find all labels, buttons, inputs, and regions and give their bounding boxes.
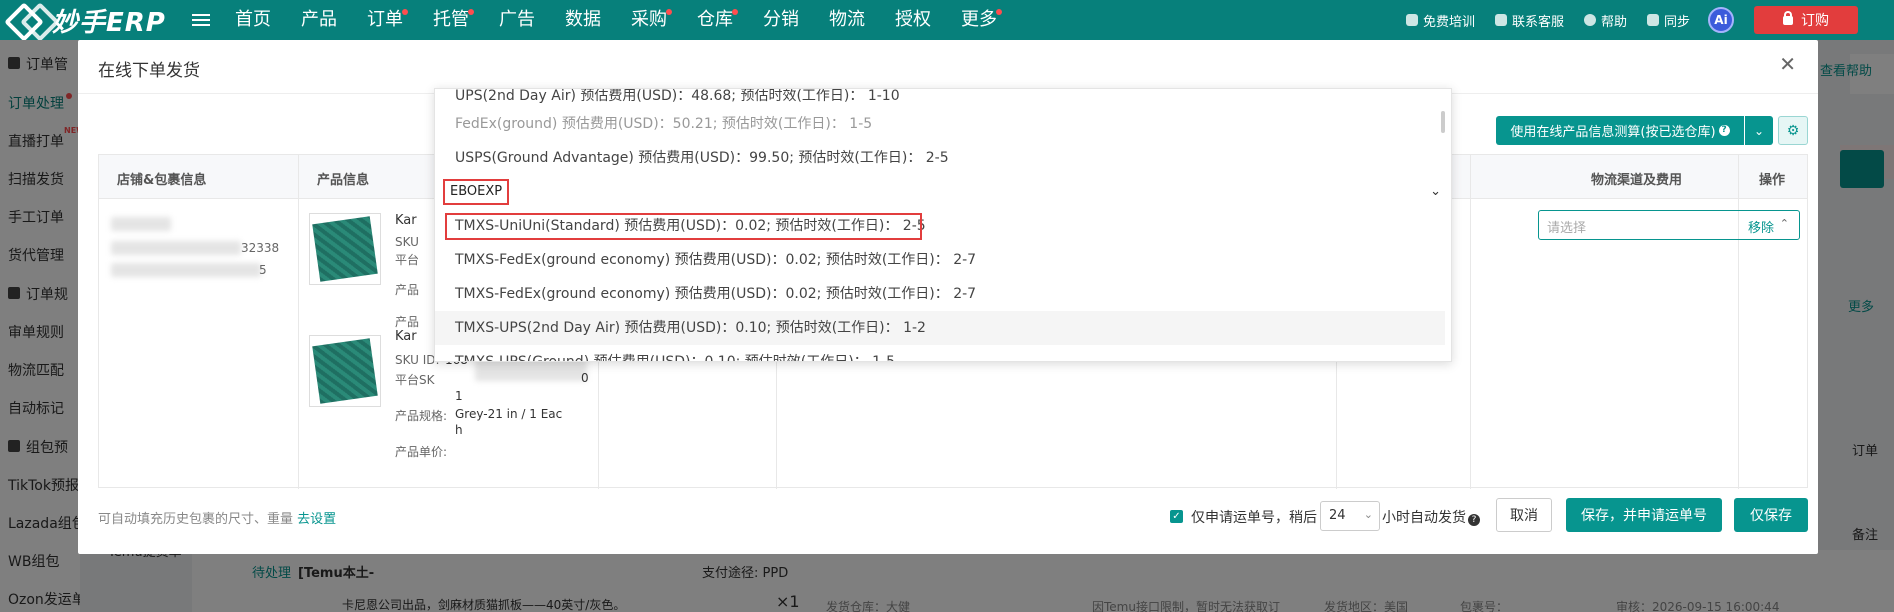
- channel-option[interactable]: TMXS-UPS(Ground) 预估费用(USD)：0.10; 预估时效(工作…: [435, 345, 1445, 361]
- nav-item[interactable]: 订单: [352, 0, 418, 40]
- channel-option[interactable]: FedEx(ground) 预估费用(USD)：50.21; 预估时效(工作日)…: [435, 107, 1445, 141]
- spec-label: 产品规格:: [395, 409, 448, 423]
- nav-item[interactable]: 产品: [286, 0, 352, 40]
- channel-option[interactable]: TMXS-UPS(2nd Day Air) 预估费用(USD)：0.10; 预估…: [435, 311, 1445, 345]
- help-icon: ?: [1468, 514, 1480, 526]
- help-icon: ?: [1718, 125, 1730, 136]
- sku-id-label: SKU ID:: [395, 353, 440, 367]
- nav-item[interactable]: 数据: [550, 0, 616, 40]
- channel-option[interactable]: TMXS-FedEx(ground economy) 预估费用(USD)：0.0…: [435, 243, 1445, 277]
- sync-icon: [1646, 14, 1659, 26]
- product-price-label: 产品: [395, 315, 420, 329]
- lock-icon: [1783, 10, 1793, 25]
- spec-value: Grey-21 in / 1 Eac: [455, 407, 563, 421]
- product-platform-sku: 平台: [395, 253, 420, 267]
- nav-item[interactable]: 广告: [484, 0, 550, 40]
- go-settings-link[interactable]: 去设置: [297, 512, 336, 527]
- highlight-box: [445, 213, 922, 240]
- spec-value-cont: h: [455, 423, 463, 437]
- nav-item[interactable]: 仓库: [682, 0, 748, 40]
- estimate-dropdown-button[interactable]: ⌄: [1745, 116, 1773, 145]
- col-product-info: 产品信息: [317, 173, 370, 188]
- product-image: [309, 335, 381, 407]
- logo-icon: [6, 5, 46, 35]
- estimate-button[interactable]: 使用在线产品信息测算(按已选仓库)?: [1496, 116, 1744, 145]
- col-logistics: 物流渠道及费用: [1591, 173, 1683, 188]
- nav-item[interactable]: 授权: [880, 0, 946, 40]
- blurred-package-meta: [111, 263, 261, 277]
- nav-item[interactable]: 物流: [814, 0, 880, 40]
- help-link[interactable]: 帮助: [1583, 11, 1627, 30]
- settings-button[interactable]: ⚙: [1778, 116, 1808, 145]
- channel-option[interactable]: USPS(Ground Advantage) 预估费用(USD)：99.50; …: [435, 141, 1445, 175]
- cancel-button[interactable]: 取消: [1496, 498, 1552, 532]
- top-navbar: 妙手ERP 首页 产品 订单 托管 广告 数据 采购 仓库 分销 物流 授权 更多 免费培训 联系客服…: [0, 0, 1894, 40]
- brand-name: 妙手ERP: [52, 7, 166, 38]
- notification-dot: [666, 9, 672, 15]
- autofill-hint: 可自动填充历史包裹的尺寸、重量 去设置: [98, 512, 337, 527]
- gear-icon: ⚙: [1786, 122, 1800, 139]
- close-icon[interactable]: ✕: [1779, 52, 1796, 76]
- col-actions: 操作: [1759, 173, 1786, 188]
- channel-option-selected-highlight[interactable]: TMXS-UniUni(Standard) 预估费用(USD)：0.02; 预估…: [435, 209, 1445, 243]
- package-meta-suffix: 5: [259, 263, 267, 277]
- chevron-up-icon: ⌃: [1779, 217, 1789, 230]
- chat-icon: [1494, 14, 1507, 26]
- contact-support-link[interactable]: 联系客服: [1494, 11, 1564, 30]
- col-store-package: 店铺&包裹信息: [117, 173, 207, 188]
- save-and-apply-button[interactable]: 保存，并申请运单号: [1566, 498, 1722, 532]
- logistics-channel-dropdown: UPS(2nd Day Air) 预估费用(USD)：48.68; 预估时效(工…: [434, 88, 1452, 362]
- training-icon: [1405, 14, 1418, 26]
- main-nav: 首页 产品 订单 托管 广告 数据 采购 仓库 分销 物流 授权 更多: [220, 0, 1012, 40]
- channel-option[interactable]: TMXS-FedEx(ground economy) 预估费用(USD)：0.0…: [435, 277, 1445, 311]
- product-name: Kar: [395, 329, 417, 344]
- apply-only-checkbox[interactable]: ✓: [1170, 510, 1183, 523]
- sync-link[interactable]: 同步: [1646, 11, 1690, 30]
- nav-item[interactable]: 分销: [748, 0, 814, 40]
- group-name: EBOEXP: [443, 179, 510, 205]
- notification-dot: [468, 9, 474, 15]
- help-icon: [1583, 14, 1596, 26]
- ai-assistant-button[interactable]: Ai: [1708, 7, 1734, 33]
- hours-select[interactable]: 24 ⌄: [1320, 501, 1380, 531]
- nav-item[interactable]: 更多: [946, 0, 1012, 40]
- brand-logo[interactable]: 妙手ERP: [0, 2, 180, 39]
- platform-sku-label: 平台SK: [395, 373, 435, 387]
- chevron-down-icon: ⌄: [1753, 123, 1765, 138]
- channel-group-eboexp[interactable]: EBOEXP ⌄: [435, 175, 1445, 209]
- package-id-suffix: 32338: [241, 241, 280, 255]
- notification-dot: [732, 9, 738, 15]
- platform-sku-line2: 1: [455, 389, 463, 403]
- remove-link[interactable]: 移除: [1748, 217, 1774, 236]
- product-spec-label: 产品: [395, 283, 420, 297]
- free-training-link[interactable]: 免费培训: [1405, 11, 1475, 30]
- apply-only-label: 仅申请运单号，稍后: [1191, 510, 1317, 526]
- product-image: [309, 213, 381, 285]
- product-sku: SKU: [395, 235, 419, 249]
- chevron-down-icon: ⌄: [1363, 508, 1373, 521]
- product-name: Kar: [395, 213, 417, 228]
- menu-icon[interactable]: [192, 14, 210, 26]
- nav-item[interactable]: 托管: [418, 0, 484, 40]
- nav-item[interactable]: 采购: [616, 0, 682, 40]
- dialog-title: 在线下单发货: [98, 61, 200, 81]
- notification-dot: [996, 9, 1002, 15]
- hours-label: 小时自动发货?: [1382, 507, 1480, 527]
- nav-item[interactable]: 首页: [220, 0, 286, 40]
- subscribe-button[interactable]: 订购: [1754, 6, 1858, 34]
- platform-sku-suffix: 0: [581, 371, 589, 385]
- save-only-button[interactable]: 仅保存: [1734, 498, 1808, 532]
- blurred-store-name: [111, 217, 171, 231]
- notification-dot: [402, 9, 408, 15]
- unit-price-label: 产品单价:: [395, 445, 448, 459]
- chevron-down-icon: ⌄: [1430, 184, 1441, 199]
- blurred-package-id: [111, 241, 241, 255]
